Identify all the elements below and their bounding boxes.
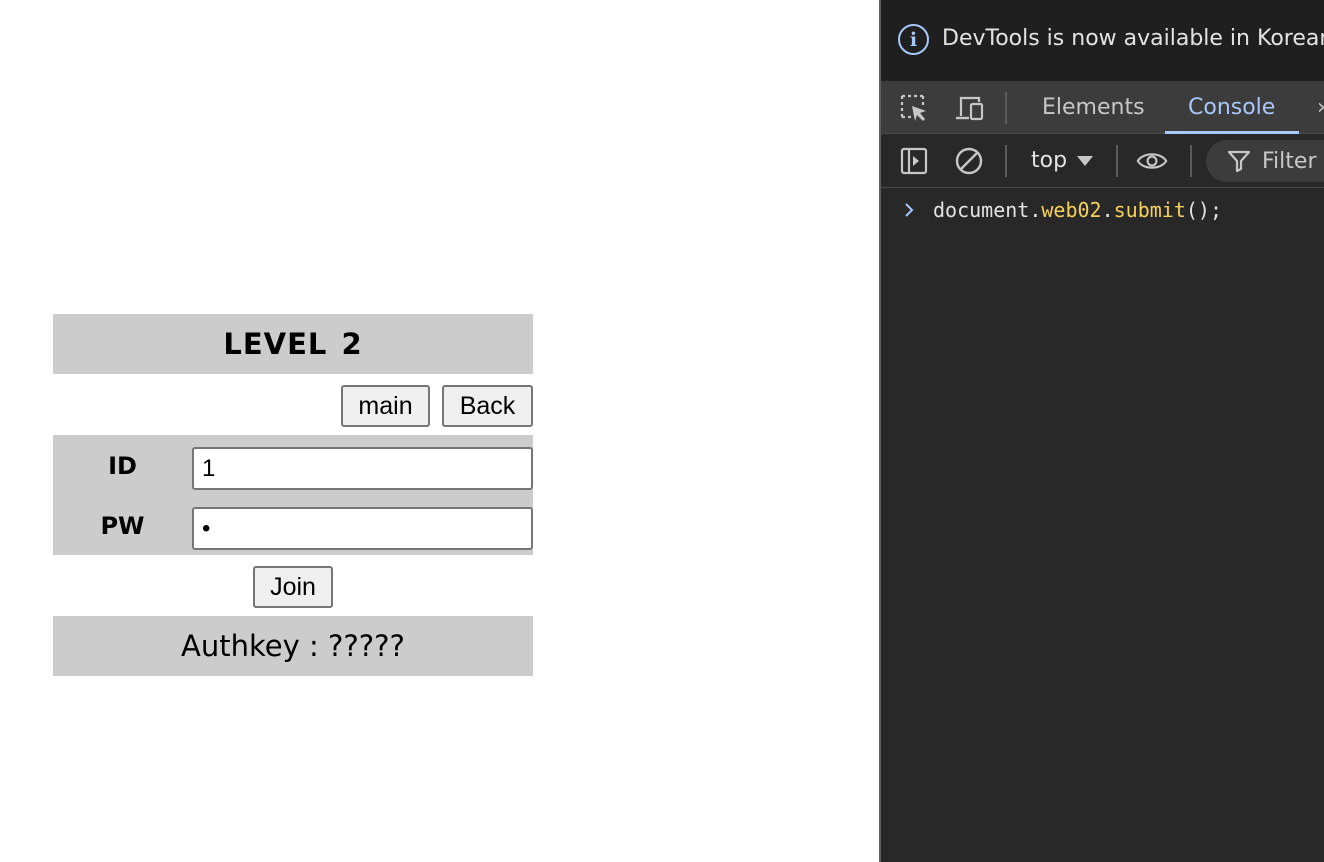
toolbar-separator (1005, 145, 1007, 177)
caret-down-icon (1077, 155, 1094, 166)
main-button[interactable]: main (341, 385, 430, 427)
context-selector-value: top (1031, 148, 1068, 173)
console-token-dot: . (1029, 198, 1042, 222)
authkey-text: Authkey : ????? (181, 629, 405, 663)
eye-icon[interactable] (1136, 145, 1168, 177)
back-button[interactable]: Back (442, 385, 533, 427)
join-row: Join (53, 555, 533, 616)
level-form-table: LEVEL 2 main Back ID 1 PW • Join Authkey… (53, 314, 533, 676)
page-title: LEVEL 2 (223, 327, 363, 361)
filter-input[interactable]: Filter (1206, 140, 1324, 182)
console-token-method: submit (1113, 198, 1186, 222)
context-selector[interactable]: top (1031, 148, 1094, 173)
devtools-tab-bar: Elements Console › (881, 81, 1324, 134)
more-tabs-overflow[interactable]: › (1317, 95, 1324, 120)
console-input-line[interactable]: document.web02.submit(); (933, 198, 1222, 222)
info-bar-message: DevTools is now available in Korean (942, 26, 1324, 51)
console-output[interactable]: document.web02.submit(); (881, 188, 1324, 862)
title-row: LEVEL 2 (53, 314, 533, 374)
web-page: LEVEL 2 main Back ID 1 PW • Join Authkey… (0, 0, 879, 862)
credentials-row: ID 1 PW • (53, 435, 533, 555)
id-label: ID (108, 452, 137, 480)
tab-separator (1005, 92, 1007, 124)
toolbar-separator (1190, 145, 1192, 177)
filter-placeholder: Filter (1262, 148, 1317, 174)
pw-label: PW (100, 512, 145, 540)
nav-row: main Back (53, 374, 533, 435)
devtools-info-bar: i DevTools is now available in Korean (881, 0, 1324, 81)
info-icon: i (898, 24, 929, 55)
authkey-row: Authkey : ????? (53, 616, 533, 676)
join-button[interactable]: Join (253, 566, 333, 608)
console-token-call: (); (1185, 198, 1223, 222)
toolbar-separator (1116, 145, 1118, 177)
device-toolbar-icon[interactable] (953, 92, 985, 124)
console-token-property: web02 (1041, 198, 1102, 222)
filter-icon (1227, 150, 1251, 173)
devtools-panel: i DevTools is now available in Korean El… (879, 0, 1324, 862)
password-input[interactable]: • (192, 507, 533, 550)
console-token-object: document (933, 198, 1030, 222)
tab-console[interactable]: Console (1188, 95, 1275, 120)
sidebar-toggle-icon[interactable] (898, 145, 930, 177)
chevron-right-icon (905, 203, 914, 217)
tab-elements[interactable]: Elements (1042, 95, 1145, 120)
id-input[interactable]: 1 (192, 447, 533, 490)
clear-console-icon[interactable] (953, 145, 985, 177)
console-toolbar: top Filter (881, 134, 1324, 188)
inspect-element-icon[interactable] (898, 92, 930, 124)
console-token-dot: . (1101, 198, 1114, 222)
